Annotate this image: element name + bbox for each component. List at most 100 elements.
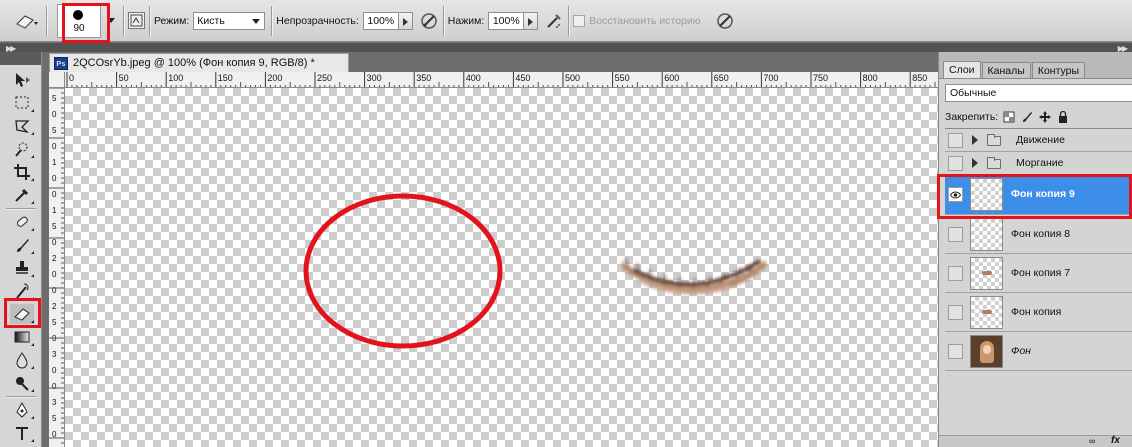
vertical-ruler[interactable]: 5050100150200250300350 [49,88,65,447]
lasso-tool-icon[interactable] [10,116,34,136]
eraser-tool-preset-icon[interactable] [12,11,42,31]
layer-group-row[interactable]: Моргание [945,152,1132,175]
tablet-pressure-opacity-icon[interactable] [419,11,439,31]
ruler-tick-label: 0 [52,286,57,295]
annotation-highlight-selected-layer [937,174,1132,219]
ruler-tick-label: 550 [615,73,630,83]
horizontal-ruler-ticks: 0 50 100 150 200 250 300 350 400 450 500 550 600 650 7… [66,72,936,87]
lock-transparency-icon[interactable] [1002,110,1016,124]
link-layers-icon[interactable]: ∞ [1089,436,1095,446]
layer-name: Фон копия 8 [1011,228,1071,240]
ruler-tick-label: 1 [52,158,57,167]
chevron-down-icon [252,18,261,24]
ruler-tick-label: 3 [52,398,57,407]
mode-dropdown[interactable]: Кисть [193,11,266,30]
marquee-tool-icon[interactable] [10,93,34,113]
opacity-label: Непрозрачность: [276,14,359,27]
ruler-tick-label: 100 [168,73,183,83]
document-tab-bar: Ps 2QCOsrYb.jpeg @ 100% (Фон копия 9, RG… [43,52,938,72]
visibility-toggle[interactable] [948,156,963,171]
visibility-toggle[interactable] [948,133,963,148]
opacity-input[interactable]: 100% [362,11,399,30]
ruler-tick-label: 5 [52,94,57,103]
annotation-highlight-eraser-tool [4,298,41,328]
move-tool-icon[interactable] [10,70,34,90]
tablet-pressure-size-icon[interactable] [715,11,735,31]
layer-group-row[interactable]: Движение [945,129,1132,152]
blend-mode-dropdown[interactable]: Обычные [945,84,1132,102]
blur-tool-icon[interactable] [10,350,34,370]
horizontal-ruler[interactable]: 0 50 100 150 200 250 300 350 400 450 500 550 600 650 7… [65,72,938,88]
opacity-slider-toggle[interactable] [398,11,413,30]
lock-pixels-icon[interactable] [1020,110,1034,124]
brush-tool-icon[interactable] [10,235,34,255]
visibility-toggle[interactable] [948,305,963,320]
ruler-tick-label: 50 [119,73,129,83]
layer-row[interactable]: Фон копия [945,293,1132,332]
annotation-highlight-brush-size [62,3,110,43]
tab-paths[interactable]: Контуры [1031,62,1086,78]
type-tool-icon[interactable] [10,423,34,443]
ruler-tick-label: 250 [317,73,332,83]
erase-to-history-checkbox[interactable] [573,14,586,27]
layer-name: Движение [1016,134,1065,146]
visibility-toggle[interactable] [948,227,963,242]
ruler-tick-label: 3 [52,350,57,359]
ruler-tick-label: 700 [763,73,778,83]
brush-panel-toggle-icon[interactable] [128,12,145,29]
tab-channels[interactable]: Каналы [981,62,1031,78]
tab-layers[interactable]: Слои [943,61,981,78]
layer-row[interactable]: Фон [945,332,1132,371]
ruler-tick-label: 0 [69,73,74,83]
ruler-tick-label: 450 [515,73,530,83]
document-canvas[interactable] [65,88,938,447]
visibility-toggle[interactable] [948,266,963,281]
layer-row[interactable]: Фон копия 8 [945,215,1132,254]
lock-label: Закрепить: [945,111,999,123]
annotation-red-ellipse [303,193,503,349]
ruler-tick-label: 0 [52,174,57,183]
flow-input[interactable]: 100% [488,11,525,30]
flow-slider-toggle[interactable] [524,11,539,30]
layers-panel: Слои Каналы Контуры Обычные Закрепить: Д… [938,52,1132,447]
ruler-origin[interactable] [49,72,65,88]
clone-stamp-tool-icon[interactable] [10,258,34,278]
airbrush-icon[interactable] [544,11,564,31]
visibility-toggle[interactable] [948,344,963,359]
crop-tool-icon[interactable] [10,162,34,182]
ruler-tick-label: 0 [52,238,57,247]
healing-brush-tool-icon[interactable] [10,212,34,232]
document-title: 2QCOsrYb.jpeg @ 100% (Фон копия 9, RGB/8… [73,57,315,69]
fx-button[interactable]: fx [1111,435,1120,446]
pen-tool-icon[interactable] [10,400,34,420]
eyedropper-tool-icon[interactable] [10,185,34,205]
eye-lashes-image [621,257,767,295]
layer-name: Моргание [1016,157,1064,169]
ruler-tick-label: 400 [466,73,481,83]
ruler-tick-label: 850 [912,73,927,83]
mode-value: Кисть [197,14,225,27]
ruler-tick-label: 0 [52,366,57,375]
mode-label: Режим: [154,14,190,27]
ruler-tick-label: 0 [52,190,57,199]
layer-name: Фон копия 7 [1011,267,1071,279]
expand-triangle-icon[interactable] [972,158,978,168]
toolbox [0,52,42,447]
lock-position-icon[interactable] [1038,110,1052,124]
expand-triangle-icon[interactable] [972,135,978,145]
layer-thumbnail [970,296,1003,329]
ruler-tick-label: 150 [218,73,233,83]
quick-selection-tool-icon[interactable] [10,139,34,159]
photoshop-file-icon: Ps [54,56,68,70]
ruler-tick-label: 600 [664,73,679,83]
dodge-tool-icon[interactable] [10,373,34,393]
document-tab[interactable]: Ps 2QCOsrYb.jpeg @ 100% (Фон копия 9, RG… [49,53,349,72]
vertical-ruler-ticks: 5050100150200250300350 [49,88,64,444]
gradient-tool-icon[interactable] [10,327,34,347]
ruler-tick-label: 2 [52,302,57,311]
layer-row[interactable]: Фон копия 7 [945,254,1132,293]
lock-all-icon[interactable] [1056,110,1070,124]
toolbox-grip[interactable] [0,52,41,65]
panels-dock-strip: ▶▶ [938,43,1132,53]
layers-panel-footer: ∞ fx [939,435,1132,447]
